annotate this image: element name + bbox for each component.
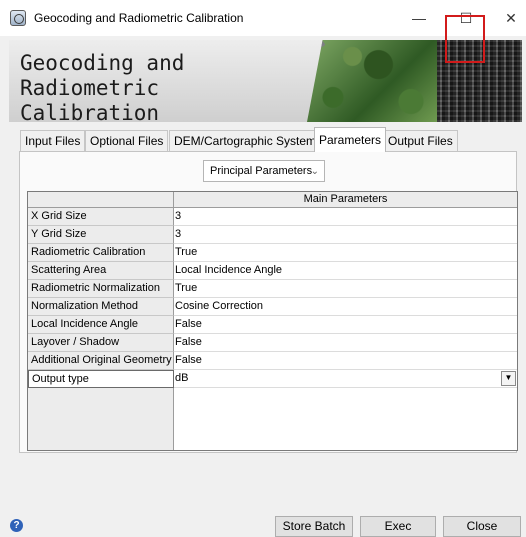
tab-dem-cartographic-system[interactable]: DEM/Cartographic System (169, 130, 322, 151)
help-icon[interactable]: ? (10, 519, 23, 532)
output-type-select[interactable]: dB ▼ (174, 370, 517, 388)
row-label: Y Grid Size (28, 226, 174, 244)
close-button[interactable]: Close (443, 516, 521, 537)
row-label: Additional Original Geometry (28, 352, 174, 370)
table-row: Radiometric Normalization True (28, 280, 517, 298)
close-window-button[interactable]: ✕ (496, 6, 526, 30)
tab-input-files[interactable]: Input Files (20, 130, 86, 151)
app-icon (10, 10, 26, 26)
row-label: Normalization Method (28, 298, 174, 316)
row-label: X Grid Size (28, 208, 174, 226)
table-row: Normalization Method Cosine Correction (28, 298, 517, 316)
row-label: Layover / Shadow (28, 334, 174, 352)
banner-title: Geocoding and Radiometric Calibration (20, 51, 320, 122)
row-value-local-incidence-angle[interactable]: False (174, 316, 517, 334)
minimize-button[interactable]: — (404, 6, 434, 30)
dropdown-arrow-icon[interactable]: ▼ (501, 371, 516, 386)
window-title: Geocoding and Radiometric Calibration (34, 11, 244, 25)
table-row: Radiometric Calibration True (28, 244, 517, 262)
row-label: Output type (28, 370, 174, 388)
row-label: Radiometric Calibration (28, 244, 174, 262)
table-corner-header (28, 192, 174, 208)
table-row: Local Incidence Angle False (28, 316, 517, 334)
row-value-scattering-area[interactable]: Local Incidence Angle (174, 262, 517, 280)
row-label: Scattering Area (28, 262, 174, 280)
table-row: Scattering Area Local Incidence Angle (28, 262, 517, 280)
parameters-table: Main Parameters X Grid Size 3 Y Grid Siz… (27, 191, 518, 451)
table-column-header: Main Parameters (174, 192, 517, 208)
banner-highlight-box (445, 15, 485, 63)
table-row-selected: Output type dB ▼ (28, 370, 517, 388)
banner-title-line2: Calibration (20, 101, 160, 122)
banner-title-line1: Geocoding and Radiometric (20, 51, 185, 100)
row-value-radiometric-calibration[interactable]: True (174, 244, 517, 262)
row-value-additional-original-geometry[interactable]: False (174, 352, 517, 370)
tab-output-files[interactable]: Output Files (383, 130, 458, 151)
table-row: Y Grid Size 3 (28, 226, 517, 244)
row-value-layover-shadow[interactable]: False (174, 334, 517, 352)
row-value-normalization-method[interactable]: Cosine Correction (174, 298, 517, 316)
table-row: X Grid Size 3 (28, 208, 517, 226)
row-label: Radiometric Normalization (28, 280, 174, 298)
table-row: Layover / Shadow False (28, 334, 517, 352)
table-empty-label-area (28, 388, 174, 450)
table-row: Additional Original Geometry False (28, 352, 517, 370)
row-value-x-grid-size[interactable]: 3 (174, 208, 517, 226)
banner-forest-image (307, 40, 437, 122)
tab-parameters[interactable]: Parameters (314, 127, 387, 152)
parameter-set-dropdown[interactable]: Principal Parameters ⌄ (203, 160, 325, 182)
chevron-down-icon: ⌄ (310, 166, 319, 177)
exec-button[interactable]: Exec (360, 516, 436, 537)
parameter-set-value: Principal Parameters (210, 165, 313, 177)
tab-optional-files[interactable]: Optional Files (85, 130, 169, 151)
store-batch-button[interactable]: Store Batch (275, 516, 353, 537)
row-label: Local Incidence Angle (28, 316, 174, 334)
row-value-y-grid-size[interactable]: 3 (174, 226, 517, 244)
row-value-radiometric-normalization[interactable]: True (174, 280, 517, 298)
output-type-value: dB (175, 372, 189, 384)
